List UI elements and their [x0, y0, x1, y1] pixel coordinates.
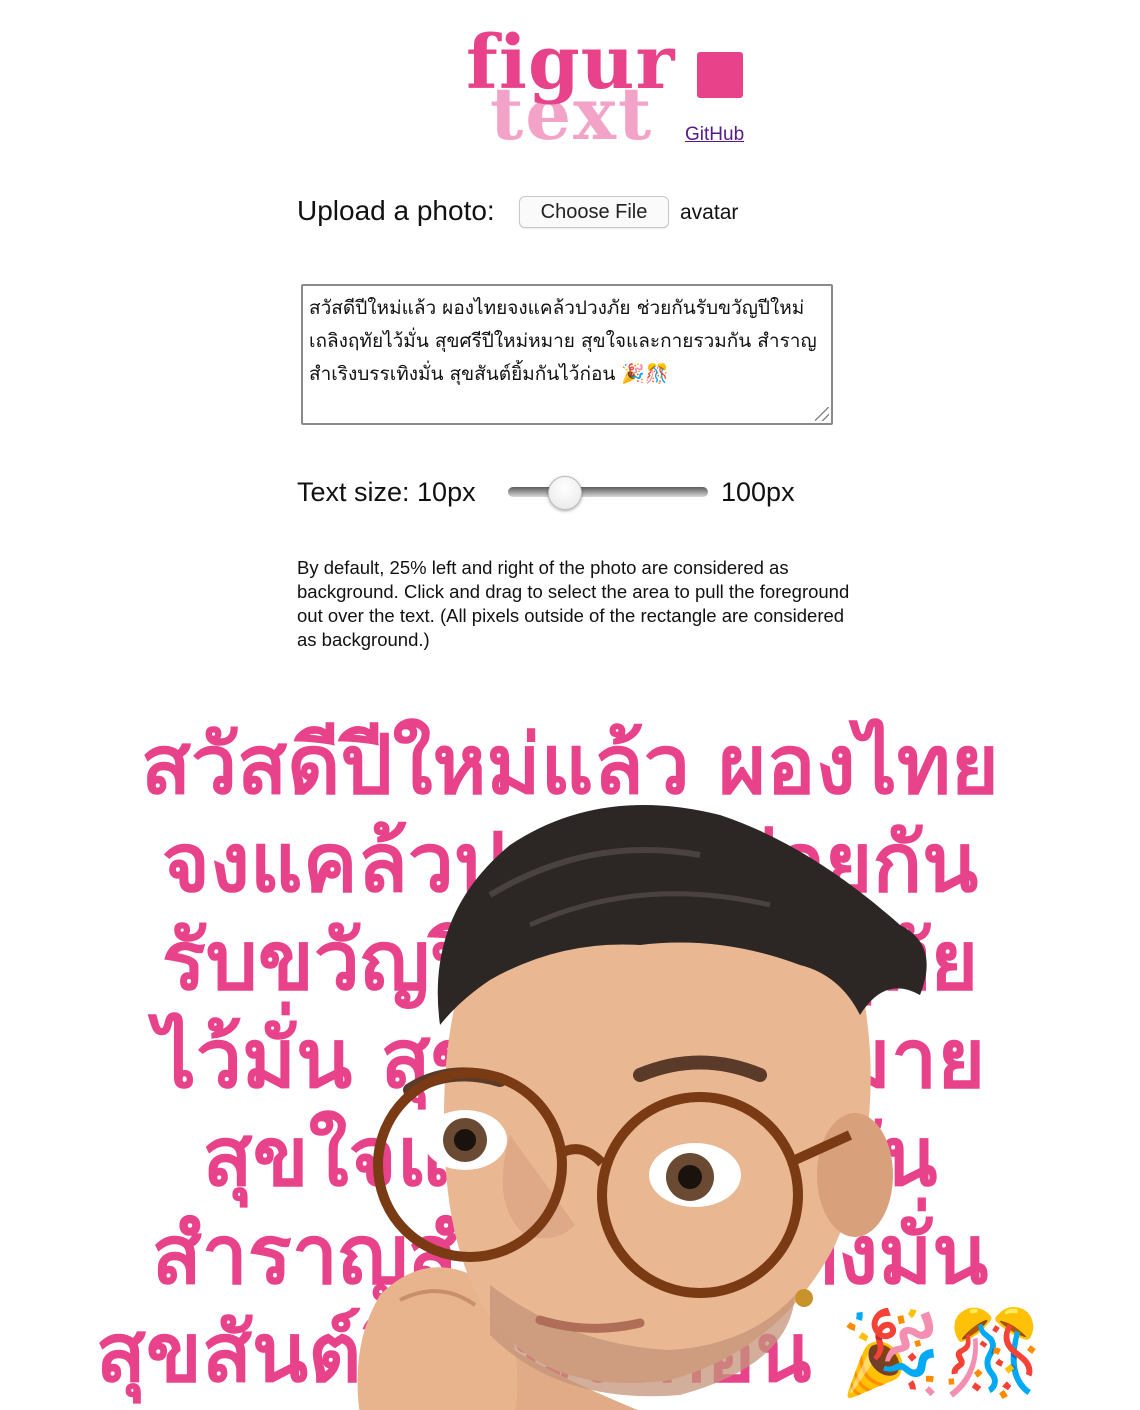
help-text: By default, 25% left and right of the ph… [297, 557, 850, 650]
text-size-slider-thumb[interactable] [547, 476, 582, 510]
figure-text-input[interactable]: สวัสดีปีใหม่แล้ว ผองไทยจงแคล้วปวงภัย ช่ว… [301, 284, 833, 425]
selected-file-name: avatar [680, 201, 739, 224]
choose-file-button[interactable]: Choose File [519, 196, 669, 228]
logo-text-primary: figur [466, 20, 676, 106]
logo-stamp-icon [697, 52, 743, 98]
text-size-max-label: 100px [721, 477, 795, 507]
resize-handle-icon[interactable] [815, 407, 829, 421]
avatar-foreground-image [357, 805, 927, 1410]
upload-label: Upload a photo: [297, 195, 495, 226]
text-size-slider-track[interactable] [508, 487, 708, 497]
figure-canvas[interactable]: สวัสดีปีใหม่แล้ว ผองไทย จงแคล้วปวงภัย ช่… [70, 705, 1070, 1410]
text-size-label: Text size: 10px [297, 477, 476, 507]
github-link[interactable]: GitHub [685, 124, 744, 146]
